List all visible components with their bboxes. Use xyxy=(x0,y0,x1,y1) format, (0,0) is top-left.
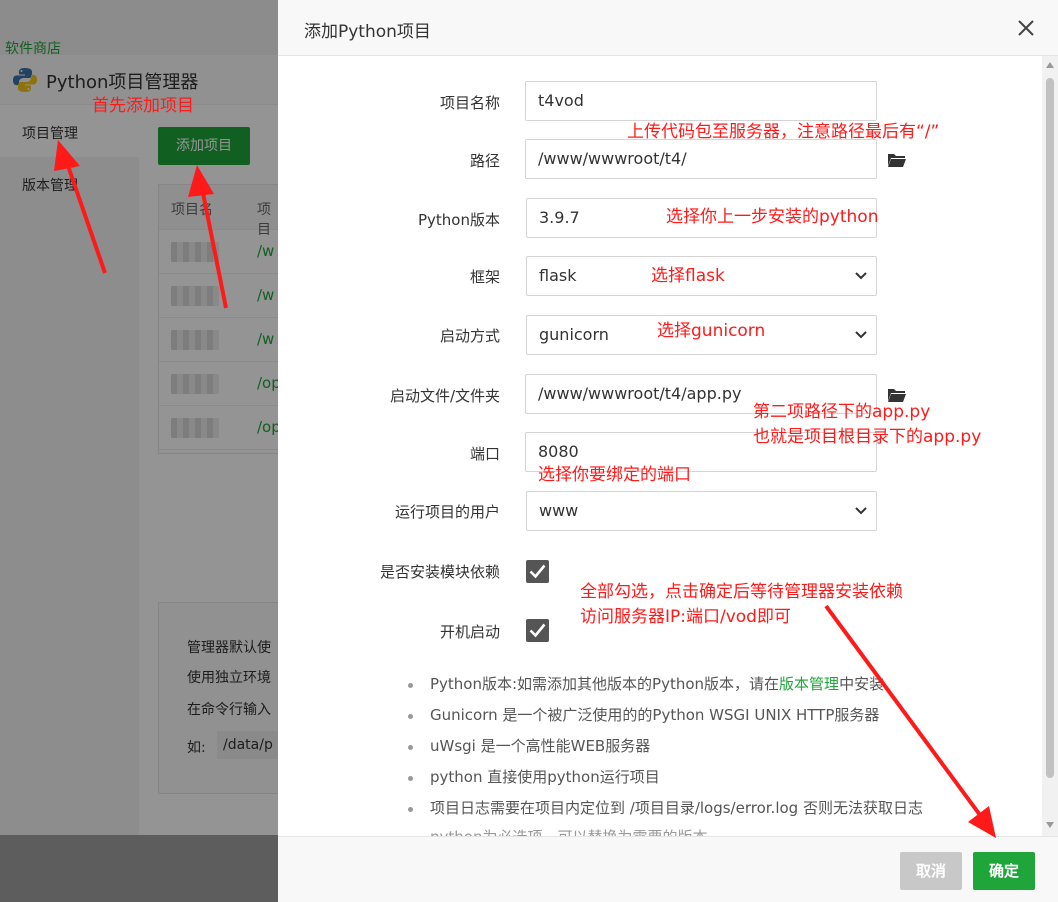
install-deps-checkbox[interactable] xyxy=(526,560,549,583)
run-user-select[interactable]: www xyxy=(526,491,877,531)
annotation-select-python: 选择你上一步安装的python xyxy=(666,207,879,227)
framework-label: 框架 xyxy=(469,268,500,286)
modal-header: 添加Python项目 xyxy=(278,0,1058,56)
annotation-upload-code: 上传代码包至服务器，注意路径最后有“/” xyxy=(627,122,940,142)
tips-list: Python版本:如需添加其他版本的Python版本，请在版本管理中安装 Gun… xyxy=(406,671,966,826)
project-name-label: 项目名称 xyxy=(439,94,500,112)
annotation-add-first: 首先添加项目 xyxy=(92,96,194,116)
checkmark-icon xyxy=(529,564,546,579)
autostart-checkbox[interactable] xyxy=(526,619,549,642)
tip-text: Python版本:如需添加其他版本的Python版本，请在 xyxy=(430,675,780,693)
overlay-bottom xyxy=(0,835,278,902)
tip-text: 中安装 xyxy=(839,675,885,693)
run-user-value: www xyxy=(539,501,579,520)
annotation-check-all-2: 访问服务器IP:端口/vod即可 xyxy=(580,607,791,627)
chevron-down-icon xyxy=(855,331,867,339)
modal-scrollbar[interactable] xyxy=(1042,56,1058,836)
tip-item: 项目日志需要在项目内定位到 /项目目录/logs/error.log 否则无法获… xyxy=(406,795,966,826)
annotation-app-py-1: 第二项路径下的app.py xyxy=(753,402,931,422)
checkmark-icon xyxy=(529,623,546,638)
annotation-select-gunicorn: 选择gunicorn xyxy=(657,321,766,341)
annotation-select-port: 选择你要绑定的端口 xyxy=(538,465,691,485)
folder-icon[interactable] xyxy=(887,152,907,168)
python-version-label: Python版本 xyxy=(418,211,500,229)
framework-value: flask xyxy=(539,266,577,285)
tip-item: uWsgi 是一个高性能WEB服务器 xyxy=(406,733,966,764)
annotation-app-py-2: 也就是项目根目录下的app.py xyxy=(753,427,982,447)
chevron-down-icon xyxy=(855,507,867,515)
tip-item: Python版本:如需添加其他版本的Python版本，请在版本管理中安装 xyxy=(406,671,966,702)
install-deps-label: 是否安装模块依赖 xyxy=(379,563,500,581)
modal-title: 添加Python项目 xyxy=(304,22,431,42)
close-icon[interactable] xyxy=(1014,14,1038,42)
tip-item: Gunicorn 是一个被广泛使用的的Python WSGI UNIX HTTP… xyxy=(406,702,966,733)
tip-item-partial: python为必选项，可以替换为需要的版本 xyxy=(430,826,707,836)
run-user-label: 运行项目的用户 xyxy=(394,503,500,521)
start-file-label: 启动文件/文件夹 xyxy=(389,387,500,405)
confirm-button[interactable]: 确定 xyxy=(973,852,1035,890)
version-manage-link[interactable]: 版本管理 xyxy=(779,675,839,693)
start-method-value: gunicorn xyxy=(539,325,609,344)
chevron-down-icon xyxy=(855,272,867,280)
python-version-value: 3.9.7 xyxy=(539,208,580,227)
scroll-up-icon[interactable] xyxy=(1046,62,1054,68)
project-name-input[interactable]: t4vod xyxy=(525,81,877,121)
annotation-check-all-1: 全部勾选，点击确定后等待管理器安装依赖 xyxy=(580,582,903,602)
modal-footer: 取消 确定 xyxy=(278,836,1058,902)
scroll-thumb[interactable] xyxy=(1046,78,1054,778)
autostart-label: 开机启动 xyxy=(439,623,500,641)
cancel-button[interactable]: 取消 xyxy=(900,852,962,890)
tip-item: python 直接使用python运行项目 xyxy=(406,764,966,795)
path-input[interactable]: /www/wwwroot/t4/ xyxy=(525,139,877,179)
start-method-label: 启动方式 xyxy=(439,327,500,345)
modal-overlay xyxy=(0,0,278,902)
annotation-select-flask: 选择flask xyxy=(651,266,725,286)
scroll-down-icon[interactable] xyxy=(1046,822,1054,828)
path-label: 路径 xyxy=(469,152,500,170)
port-label: 端口 xyxy=(469,445,500,463)
